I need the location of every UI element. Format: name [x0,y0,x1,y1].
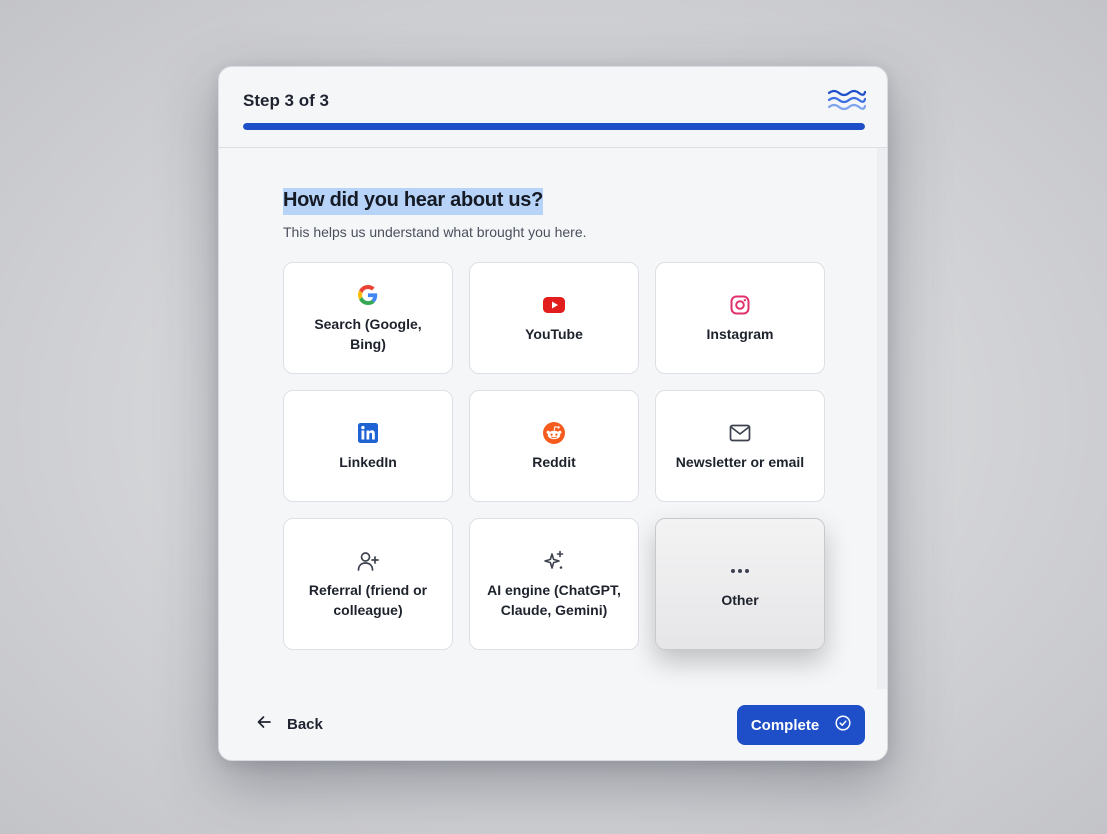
option-label: AI engine (ChatGPT, Claude, Gemini) [487,581,621,618]
question-subtitle: This helps us understand what brought yo… [283,224,587,240]
complete-button[interactable]: Complete [737,705,865,745]
modal-header: Step 3 of 3 [219,67,887,148]
back-button-label: Back [287,715,323,733]
option-label: YouTube [525,325,583,342]
option-newsletter[interactable]: Newsletter or email [655,390,825,502]
modal-content: How did you hear about us? This helps us… [219,148,879,689]
google-icon [356,283,380,307]
instagram-icon [728,293,752,317]
option-instagram[interactable]: Instagram [655,262,825,374]
sparkles-icon [542,549,566,573]
option-linkedin[interactable]: LinkedIn [283,390,453,502]
more-horizontal-icon [728,559,752,583]
complete-button-label: Complete [750,716,820,734]
arrow-left-icon [257,715,271,733]
option-referral[interactable]: Referral (friend or colleague) [283,518,453,650]
onboarding-modal: Step 3 of 3 How did you hear about us? T… [218,66,888,761]
option-label: LinkedIn [339,453,397,470]
modal-footer: Back Complete [219,689,887,760]
option-label: Newsletter or email [675,453,805,470]
option-reddit[interactable]: Reddit [469,390,639,502]
option-label: Search (Google, Bing) [314,315,422,352]
option-label: Other [721,591,759,608]
question-title: How did you hear about us? [283,188,543,215]
option-youtube[interactable]: YouTube [469,262,639,374]
step-label: Step 3 of 3 [243,91,329,110]
option-ai-engine[interactable]: AI engine (ChatGPT, Claude, Gemini) [469,518,639,650]
back-button[interactable]: Back [257,715,323,733]
mail-icon [728,421,752,445]
progress-bar [243,123,865,130]
progress-fill [243,123,865,130]
waves-logo-icon [827,87,867,115]
option-label: Reddit [532,453,576,470]
linkedin-icon [356,421,380,445]
option-other[interactable]: Other [655,518,825,650]
option-search[interactable]: Search (Google, Bing) [283,262,453,374]
check-circle-icon [835,715,851,735]
youtube-icon [542,293,566,317]
user-plus-icon [356,549,380,573]
reddit-icon [542,421,566,445]
option-label: Instagram [706,325,774,342]
scrollbar-track[interactable] [877,148,887,689]
option-label: Referral (friend or colleague) [308,581,428,618]
